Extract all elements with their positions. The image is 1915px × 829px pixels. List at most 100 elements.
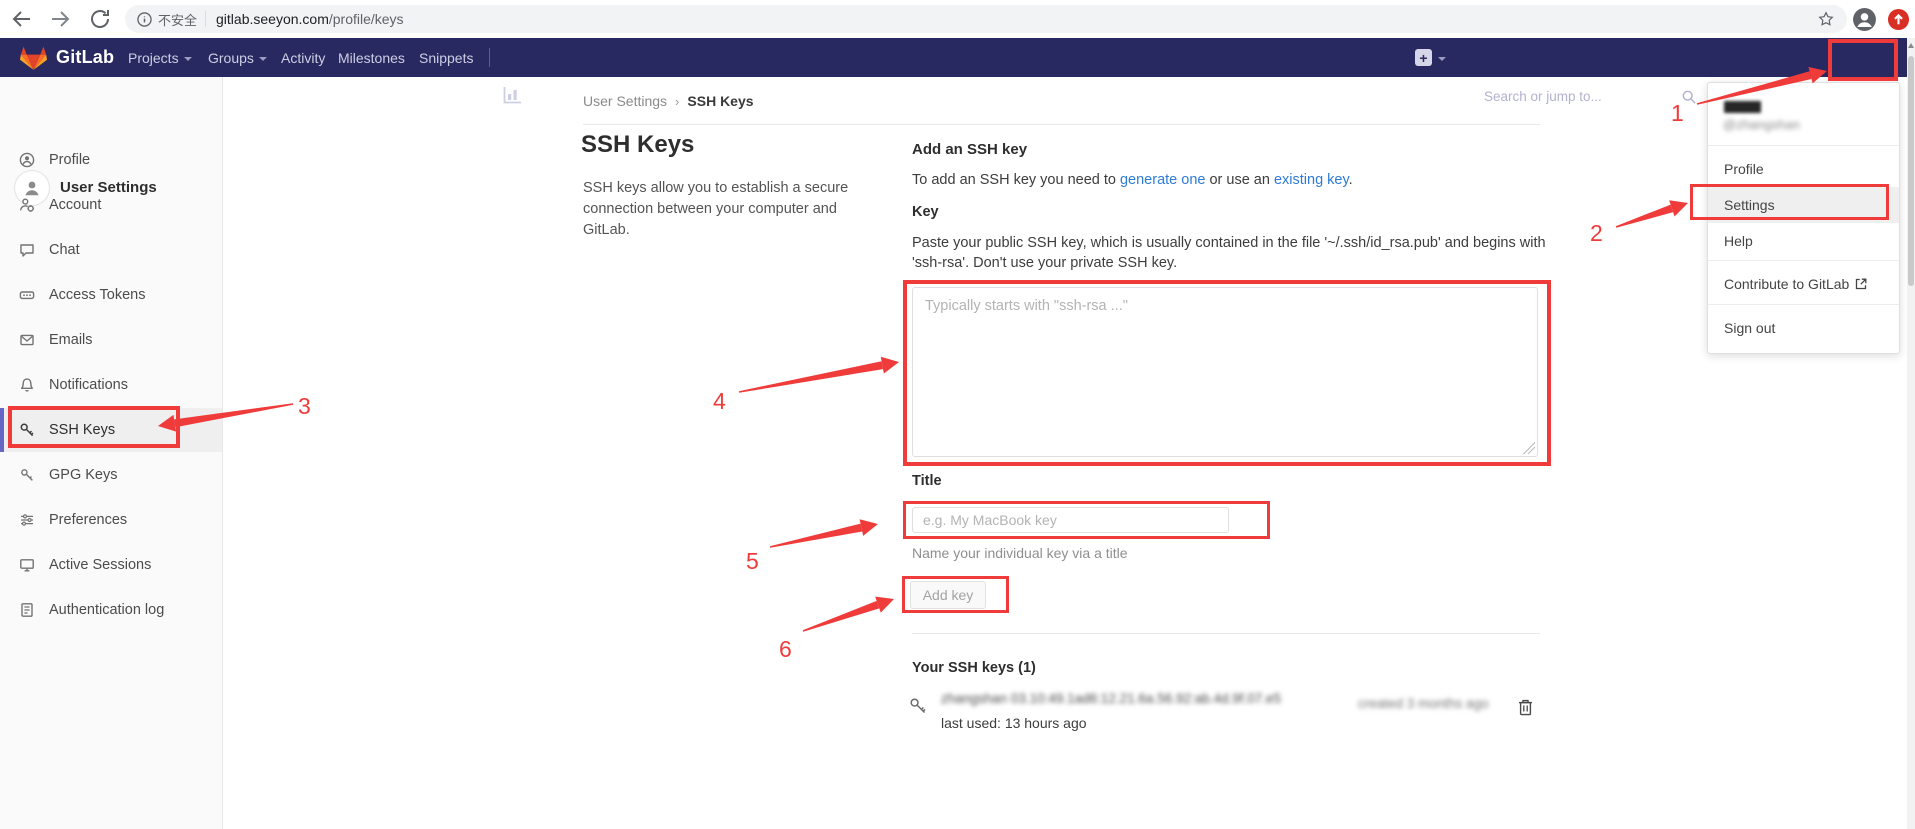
sidebar-item-label: Profile	[49, 152, 90, 168]
gitlab-brand: GitLab	[56, 47, 114, 68]
charts-icon[interactable]	[503, 86, 522, 104]
url-path[interactable]: /profile/keys	[329, 11, 404, 27]
user-dropdown-menu: @zhangshan ProfileSettingsHelpContribute…	[1707, 82, 1900, 354]
sidebar-item-active-sessions[interactable]: Active Sessions	[0, 543, 222, 587]
key-help-text: Paste your public SSH key, which is usua…	[912, 233, 1548, 273]
sidebar-item-emails[interactable]: Emails	[0, 318, 222, 362]
sidebar-item-authentication-log[interactable]: Authentication log	[0, 588, 222, 632]
browser-update-icon[interactable]	[1887, 8, 1910, 31]
sidebar-item-label: Emails	[49, 332, 93, 348]
key-label: Key	[912, 204, 939, 220]
title-help-text: Name your individual key via a title	[912, 545, 1128, 561]
account-icon	[19, 197, 35, 213]
intro-text: .	[1349, 172, 1353, 188]
menu-item-sign-out[interactable]: Sign out	[1708, 309, 1899, 347]
search-input[interactable]	[1474, 89, 1682, 104]
navbar-separator	[489, 48, 490, 67]
ssh-key-textarea[interactable]	[912, 287, 1538, 457]
annotation-label-2: 2	[1590, 220, 1603, 246]
sidebar-item-label: Account	[49, 197, 101, 213]
gitlab-home-link[interactable]: GitLab	[20, 38, 114, 77]
navbar-search[interactable]	[1473, 84, 1706, 109]
user-name-blurred	[1724, 101, 1761, 113]
delete-key-icon[interactable]	[1518, 699, 1533, 716]
browser-refresh-icon[interactable]	[88, 7, 112, 31]
annotation-label-5: 5	[746, 548, 759, 574]
annotation-arrow-6: 6	[779, 597, 894, 662]
menu-item-label: Help	[1724, 233, 1753, 249]
screen: 不安全 gitlab.seeyon.com/profile/keys GitLa…	[0, 0, 1915, 829]
nav-item-activity[interactable]: Activity	[281, 38, 325, 77]
address-divider	[205, 11, 206, 27]
add-ssh-key-intro: To add an SSH key you need to generate o…	[912, 170, 1540, 190]
breadcrumb-current: SSH Keys	[687, 93, 753, 109]
annotation-arrow-5: 5	[746, 519, 878, 574]
browser-back-icon[interactable]	[10, 7, 34, 31]
gitlab-logo-icon	[20, 45, 47, 71]
address-bar[interactable]: 不安全 gitlab.seeyon.com/profile/keys	[125, 5, 1847, 33]
ssh-key-created-blurred: created 3 months ago	[1358, 696, 1489, 711]
nav-item-snippets[interactable]: Snippets	[419, 38, 473, 77]
annotation-arrow-2: 2	[1590, 200, 1688, 246]
intro-text: or use an	[1205, 172, 1274, 188]
url-host[interactable]: gitlab.seeyon.com	[216, 11, 329, 27]
nav-item-projects[interactable]: Projects	[128, 38, 192, 77]
sidebar-item-account[interactable]: Account	[0, 183, 222, 227]
add-key-button[interactable]: Add key	[910, 581, 986, 609]
sidebar-item-ssh-keys[interactable]: SSH Keys	[0, 408, 222, 452]
sidebar-item-label: Preferences	[49, 512, 127, 528]
bookmark-star-icon[interactable]	[1817, 10, 1835, 28]
sidebar-item-label: GPG Keys	[49, 467, 118, 483]
annotation-label-3: 3	[298, 393, 311, 419]
security-label[interactable]: 不安全	[158, 10, 197, 29]
generate-one-link[interactable]: generate one	[1120, 172, 1205, 188]
annotation-arrow-4: 4	[713, 357, 899, 414]
sidebar-item-label: Access Tokens	[49, 287, 145, 303]
key-field-wrap	[912, 287, 1538, 457]
menu-item-help[interactable]: Help	[1708, 223, 1899, 259]
browser-forward-icon[interactable]	[48, 7, 72, 31]
gpg-key-icon	[19, 467, 35, 483]
token-icon	[19, 287, 35, 303]
menu-item-contribute-to-gitlab[interactable]: Contribute to GitLab	[1708, 265, 1899, 303]
menu-item-profile[interactable]: Profile	[1708, 151, 1899, 187]
menu-item-label: Sign out	[1724, 320, 1775, 336]
scrollbar-thumb[interactable]	[1908, 56, 1914, 286]
add-ssh-key-heading: Add an SSH key	[912, 141, 1027, 158]
scrollbar-up-icon[interactable]	[1907, 41, 1915, 51]
sidebar-item-profile[interactable]: Profile	[0, 138, 222, 182]
menu-item-settings[interactable]: Settings	[1708, 187, 1899, 223]
external-link-icon	[1855, 278, 1867, 290]
info-icon[interactable]	[137, 12, 152, 27]
sidebar-item-access-tokens[interactable]: Access Tokens	[0, 273, 222, 317]
menu-item-label: Contribute to GitLab	[1724, 276, 1849, 292]
menu-divider	[1708, 304, 1899, 305]
resize-handle[interactable]	[1523, 442, 1535, 454]
sidebar-item-chat[interactable]: Chat	[0, 228, 222, 272]
browser-profile-icon[interactable]	[1852, 7, 1877, 32]
nav-item-milestones[interactable]: Milestones	[338, 38, 405, 77]
breadcrumb-divider	[583, 124, 1540, 125]
existing-key-link[interactable]: existing key	[1274, 172, 1349, 188]
key-title-input[interactable]	[912, 507, 1229, 533]
menu-item-label: Settings	[1724, 197, 1775, 213]
menu-item-label: Profile	[1724, 161, 1764, 177]
sidebar-item-gpg-keys[interactable]: GPG Keys	[0, 453, 222, 497]
breadcrumb-chevron-icon: ›	[675, 94, 679, 109]
key-icon	[19, 422, 35, 438]
menu-divider	[1708, 145, 1899, 146]
page-scrollbar[interactable]	[1907, 38, 1915, 829]
plus-icon: +	[1415, 49, 1432, 66]
sidebar-item-preferences[interactable]: Preferences	[0, 498, 222, 542]
nav-item-groups[interactable]: Groups	[208, 38, 267, 77]
ssh-key-last-used: last used: 13 hours ago	[941, 715, 1087, 731]
sidebar-item-label: Authentication log	[49, 602, 164, 618]
breadcrumb-parent[interactable]: User Settings	[583, 93, 667, 109]
authlog-icon	[19, 602, 35, 618]
ssh-keys-list-title: Your SSH keys (1)	[912, 660, 1036, 676]
annotation-label-4: 4	[713, 388, 726, 414]
new-menu-button[interactable]: +	[1415, 38, 1446, 77]
bell-icon	[19, 377, 35, 393]
sidebar-item-notifications[interactable]: Notifications	[0, 363, 222, 407]
chevron-down-icon	[184, 57, 192, 61]
